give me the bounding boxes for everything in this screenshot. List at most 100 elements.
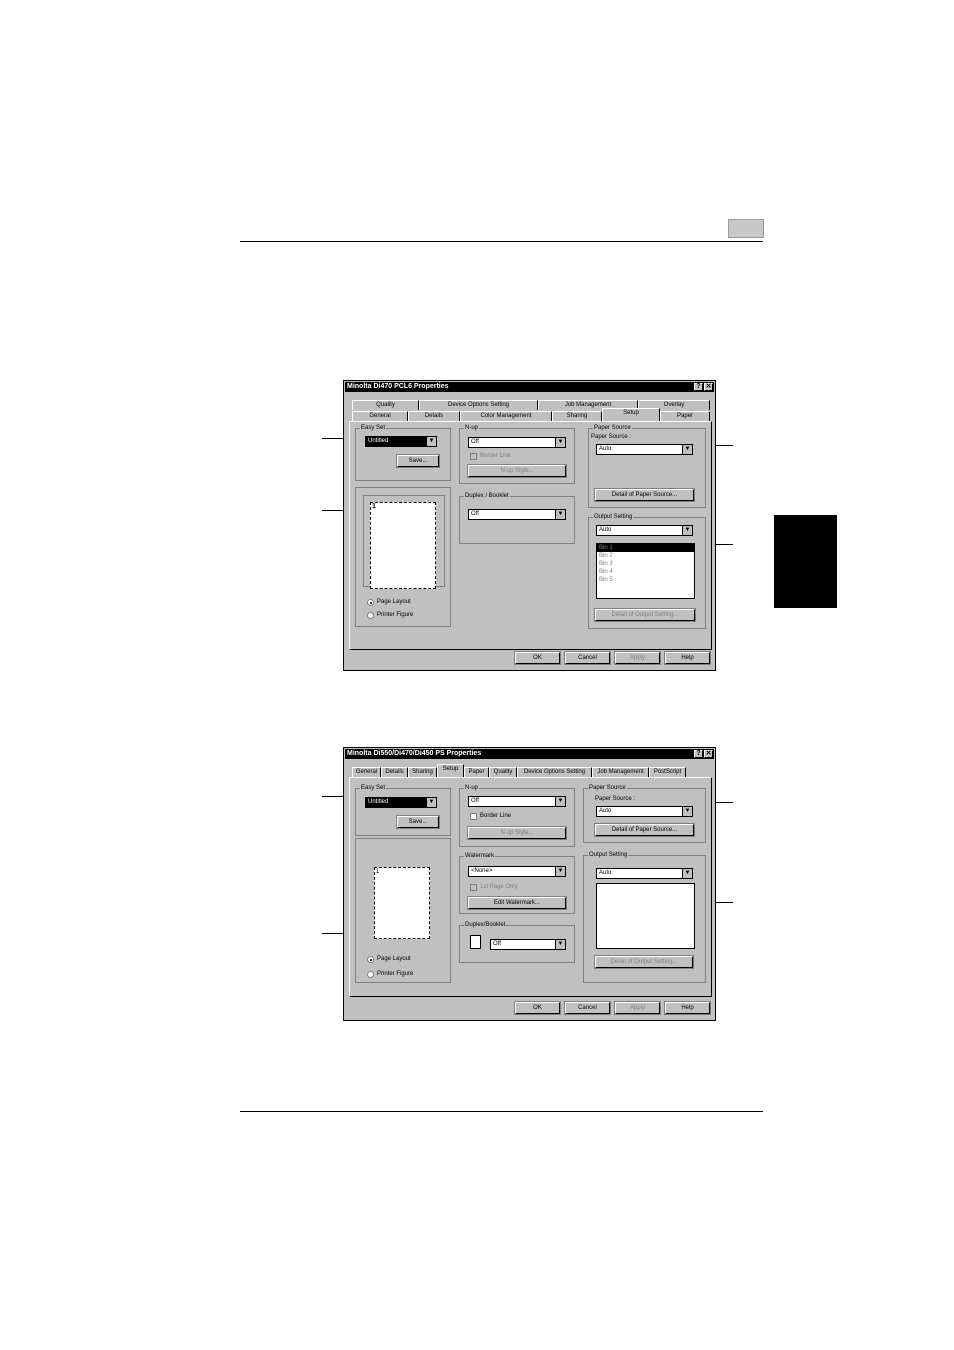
- bin-list[interactable]: Bin 1 Bin 2 Bin 3 Bin 4 Bin 5: [596, 543, 695, 599]
- output-dropdown[interactable]: Auto ▼: [596, 868, 693, 879]
- border-line-checkbox[interactable]: [470, 453, 477, 460]
- tab-general[interactable]: General: [352, 411, 408, 421]
- output-list[interactable]: [596, 883, 695, 949]
- detail-output-setting-button[interactable]: Detail of Output Setting...: [594, 955, 694, 969]
- easy-set-dropdown[interactable]: Untitled ▼: [365, 797, 437, 808]
- output-setting-label: Output Setting: [588, 851, 629, 859]
- border-line-checkbox[interactable]: [470, 813, 477, 820]
- printer-figure-radio[interactable]: [367, 612, 374, 619]
- tab-sharing[interactable]: Sharing: [552, 411, 602, 421]
- chevron-down-icon: ▼: [555, 940, 565, 949]
- preview-page-number: 1: [372, 503, 376, 510]
- detail-output-setting-button[interactable]: Detail of Output Setting...: [594, 608, 696, 622]
- chapter-tab: [774, 515, 837, 608]
- nup-style-button[interactable]: N-up Style...: [467, 826, 567, 840]
- chevron-down-icon: ▼: [555, 797, 565, 806]
- first-page-only-checkbox[interactable]: [470, 884, 477, 891]
- tab-color-management[interactable]: Color Management: [460, 411, 552, 421]
- output-value: Auto: [599, 527, 612, 533]
- nup-value: Off: [471, 439, 479, 445]
- ps-properties-dialog: Minolta Di550/Di470/Di450 PS Properties …: [343, 747, 716, 1021]
- page-layout-radio[interactable]: [367, 599, 374, 606]
- tab-general[interactable]: General: [352, 767, 381, 777]
- duplex-label: Duplex/Booklet: [464, 921, 507, 929]
- page-layout-label: Page Layout: [377, 599, 411, 605]
- cancel-button[interactable]: Cancel: [564, 1001, 611, 1015]
- tab-setup[interactable]: Setup: [602, 408, 660, 421]
- chevron-down-icon: ▼: [555, 510, 565, 519]
- save-button[interactable]: Save...: [396, 815, 440, 829]
- list-item[interactable]: Bin 5: [597, 576, 694, 584]
- tab-quality[interactable]: Quality: [352, 400, 419, 410]
- help-question-icon[interactable]: ?: [694, 750, 703, 758]
- help-question-icon[interactable]: ?: [694, 383, 703, 391]
- nup-dropdown[interactable]: Off ▼: [468, 796, 566, 807]
- nup-dropdown[interactable]: Off ▼: [468, 437, 566, 448]
- list-item[interactable]: Bin 1: [597, 544, 694, 552]
- tab-paper[interactable]: Paper: [660, 411, 710, 421]
- cancel-button[interactable]: Cancel: [564, 651, 611, 665]
- nup-label: N-up: [464, 784, 480, 792]
- ok-button[interactable]: OK: [514, 651, 561, 665]
- easy-set-dropdown[interactable]: Untitled ▼: [365, 436, 437, 447]
- page-layout-label: Page Layout: [377, 956, 411, 962]
- help-button[interactable]: Help: [664, 651, 711, 665]
- output-dropdown[interactable]: Auto ▼: [596, 525, 693, 536]
- easy-set-value: Untitled: [368, 799, 389, 805]
- duplex-label: Duplex / Booklet: [464, 492, 510, 500]
- page-preview: 1: [370, 502, 436, 589]
- header-rule: [240, 241, 763, 242]
- duplex-dropdown[interactable]: Off ▼: [490, 939, 566, 950]
- save-button[interactable]: Save...: [396, 454, 440, 468]
- paper-source-dropdown[interactable]: Auto ▼: [596, 806, 693, 817]
- dialog-title-bar: Minolta Di550/Di470/Di450 PS Properties …: [345, 749, 714, 759]
- paper-source-value: Auto: [599, 808, 612, 814]
- tab-device-options[interactable]: Device Options Setting: [419, 400, 538, 410]
- tab-device-options[interactable]: Device Options Setting: [517, 767, 592, 777]
- easy-set-value: Untitled: [368, 438, 389, 444]
- chevron-down-icon: ▼: [426, 437, 436, 446]
- list-item[interactable]: Bin 4: [597, 568, 694, 576]
- tab-quality[interactable]: Quality: [489, 767, 517, 777]
- tab-paper[interactable]: Paper: [464, 767, 489, 777]
- list-item[interactable]: Bin 3: [597, 560, 694, 568]
- nup-label: N-up: [464, 424, 480, 432]
- chevron-down-icon: ▼: [682, 526, 692, 535]
- dialog-title: Minolta Di470 PCL6 Properties: [347, 383, 449, 390]
- tab-setup[interactable]: Setup: [437, 764, 464, 777]
- output-value: Auto: [599, 870, 612, 876]
- close-icon[interactable]: ✕: [704, 383, 713, 391]
- tab-job-management[interactable]: Job Management: [592, 767, 649, 777]
- tab-details[interactable]: Details: [408, 411, 460, 421]
- border-line-label: Border Line: [480, 453, 512, 459]
- detail-paper-source-button[interactable]: Detail of Paper Source...: [594, 488, 695, 502]
- ok-button[interactable]: OK: [514, 1001, 561, 1015]
- duplex-dropdown[interactable]: Off ▼: [468, 509, 566, 520]
- close-icon[interactable]: ✕: [704, 750, 713, 758]
- printer-figure-label: Printer Figure: [377, 612, 414, 618]
- output-setting-label: Output Setting: [593, 513, 634, 521]
- chapter-number-box: [728, 219, 764, 238]
- help-button[interactable]: Help: [664, 1001, 711, 1015]
- easy-set-group: Easy Set: [355, 784, 451, 836]
- paper-source-dropdown[interactable]: Auto ▼: [596, 444, 693, 455]
- chevron-down-icon: ▼: [682, 807, 692, 816]
- page-layout-radio[interactable]: [367, 956, 374, 963]
- setup-tab-panel: Easy Set Untitled ▼ Save... 1 Page Layout…: [349, 777, 712, 997]
- nup-style-button[interactable]: N-up Style...: [467, 464, 567, 478]
- edit-watermark-button[interactable]: Edit Watermark...: [467, 896, 567, 910]
- apply-button[interactable]: Apply: [614, 1001, 661, 1015]
- pcl6-properties-dialog: Minolta Di470 PCL6 Properties ? ✕ Qualit…: [343, 380, 716, 671]
- detail-paper-source-button[interactable]: Detail of Paper Source...: [594, 823, 695, 837]
- watermark-dropdown[interactable]: <None> ▼: [468, 866, 566, 877]
- apply-button[interactable]: Apply: [614, 651, 661, 665]
- list-item[interactable]: Bin 2: [597, 552, 694, 560]
- printer-figure-radio[interactable]: [367, 971, 374, 978]
- tab-sharing[interactable]: Sharing: [408, 767, 437, 777]
- chevron-down-icon: ▼: [682, 869, 692, 878]
- duplex-group: Duplex / Booklet: [459, 492, 575, 544]
- paper-source-group-label: Paper Source: [588, 784, 627, 792]
- tab-postscript[interactable]: PostScript: [649, 767, 686, 777]
- paper-source-value: Auto: [599, 446, 612, 452]
- tab-details[interactable]: Details: [381, 767, 408, 777]
